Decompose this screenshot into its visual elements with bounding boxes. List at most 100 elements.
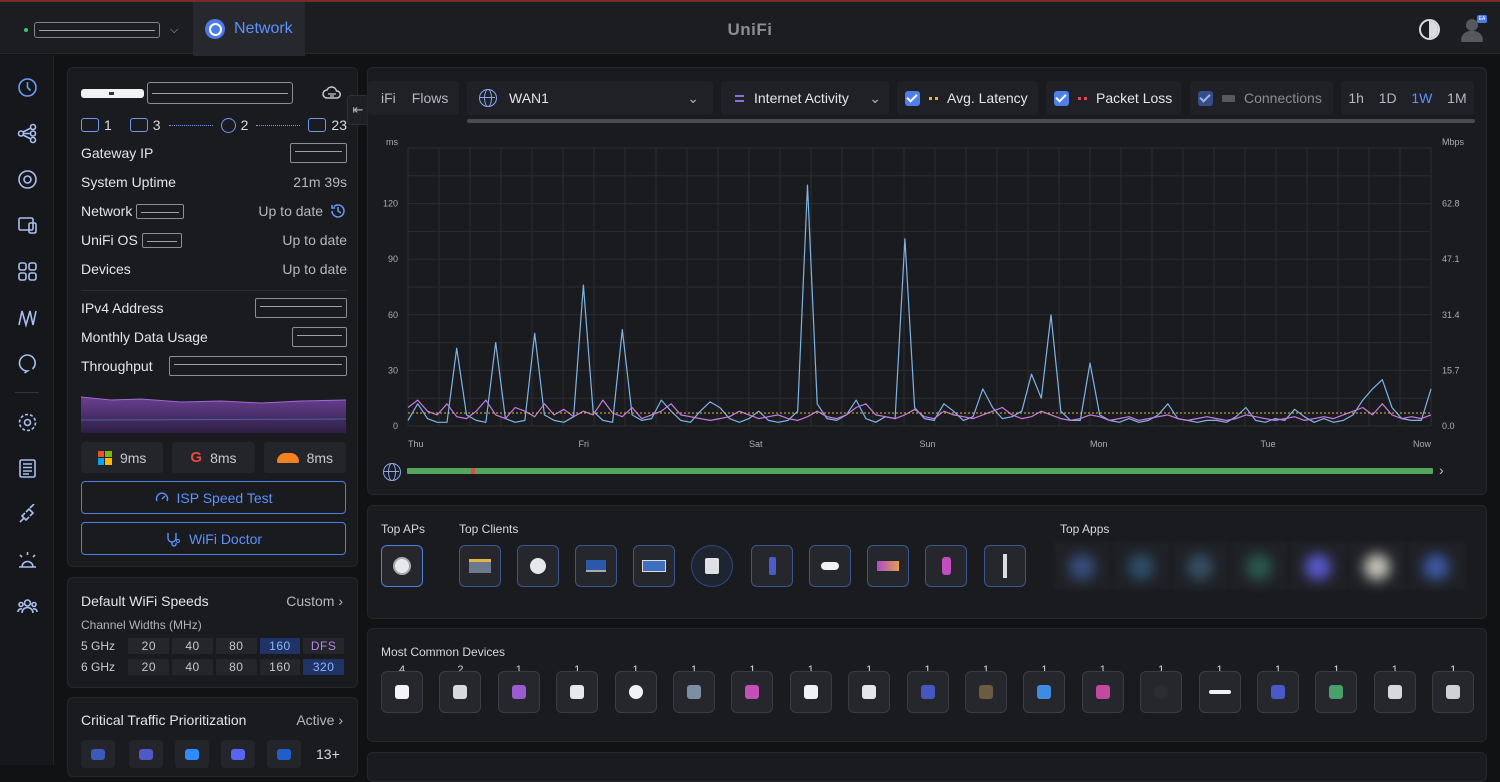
top-client-tile[interactable] (984, 545, 1026, 587)
device-image (570, 685, 585, 699)
row-label: Network (81, 203, 133, 219)
device-type-tile[interactable] (497, 671, 540, 713)
device-type-tile[interactable] (848, 671, 891, 713)
top-client-tile[interactable] (867, 545, 909, 587)
devices-icon[interactable] (17, 169, 38, 190)
data-usage-row: Monthly Data Usage (81, 326, 347, 348)
device-type-tile[interactable] (906, 671, 949, 713)
logs-icon[interactable] (17, 458, 38, 479)
width-option[interactable]: 20 (128, 637, 170, 654)
width-option[interactable]: 160 (259, 658, 301, 675)
top-app-tile[interactable] (1408, 542, 1465, 590)
top-client-tile[interactable] (633, 545, 675, 587)
width-option[interactable]: 80 (215, 637, 257, 654)
device-type-tile[interactable] (439, 671, 482, 713)
device-type-tile[interactable] (381, 671, 423, 713)
top-app-tile[interactable] (1349, 542, 1406, 590)
y-tick-left: 30 (388, 365, 398, 375)
gateway-name-field[interactable] (147, 82, 293, 104)
top-client-tile[interactable] (459, 545, 501, 587)
wifi-doctor-button[interactable]: WiFi Doctor (81, 522, 346, 555)
top-client-tile[interactable] (925, 545, 967, 587)
avatar[interactable]: EA (1459, 15, 1487, 42)
app-tab-network[interactable]: Network (193, 2, 305, 56)
device-type-tile[interactable] (1373, 671, 1416, 713)
collapse-panel-button[interactable]: ⇤ (347, 95, 369, 125)
dashboard-icon[interactable] (17, 77, 38, 98)
settings-icon[interactable] (17, 412, 38, 433)
cloud-status-icon[interactable] (322, 85, 342, 101)
width-option-selected[interactable]: 160 (259, 637, 301, 654)
ports-icon[interactable] (17, 261, 38, 282)
width-option[interactable]: 40 (172, 637, 213, 654)
device-type-tile[interactable] (614, 671, 657, 713)
debug-icon[interactable] (17, 550, 38, 571)
device-type-tile[interactable] (1140, 671, 1183, 713)
channel-widths-label: Channel Widths (MHz) (81, 618, 202, 632)
common-devices-title: Most Common Devices (381, 645, 506, 659)
top-client-tile[interactable] (691, 545, 733, 587)
y-axis-right-unit: Mbps (1442, 137, 1465, 147)
top-app-tile[interactable] (1231, 542, 1288, 590)
integrations-icon[interactable] (17, 503, 38, 525)
device-image (979, 685, 993, 699)
topology-icon[interactable] (17, 123, 38, 144)
ipv4-value (255, 298, 347, 318)
device-type-tile[interactable] (1315, 671, 1358, 713)
device-image (862, 685, 877, 699)
latency-value: 9ms (119, 449, 147, 466)
device-type-tile[interactable] (1023, 671, 1066, 713)
y-tick-right: 62.8 (1442, 199, 1460, 209)
top-client-tile[interactable] (809, 545, 851, 587)
top-ap-tile[interactable] (381, 545, 423, 587)
top-app-tile[interactable] (1113, 542, 1170, 590)
wifi-speed-mode[interactable]: Custom › (286, 593, 343, 609)
theme-toggle-icon[interactable] (1419, 19, 1440, 40)
device-type-tile[interactable] (1257, 671, 1299, 713)
common-devices-card: Most Common Devices 4211111111111111111 (367, 628, 1487, 742)
device-type-tile[interactable] (1198, 671, 1241, 713)
device-type-tile[interactable] (1081, 671, 1124, 713)
device-image (920, 685, 935, 699)
insights-icon[interactable] (17, 307, 38, 328)
device-type-tile[interactable] (1432, 671, 1475, 713)
os-version (141, 232, 182, 248)
device-image (1154, 685, 1169, 699)
chevron-right-icon[interactable]: › (1439, 462, 1444, 478)
device-type-tile[interactable] (731, 671, 774, 713)
device-type-tile[interactable] (673, 671, 715, 713)
network-app-icon (205, 19, 225, 39)
width-option[interactable]: DFS (303, 637, 344, 654)
isp-speed-test-button[interactable]: ISP Speed Test (81, 481, 346, 514)
top-client-tile[interactable] (575, 545, 617, 587)
app-icon-1 (81, 740, 115, 768)
width-option[interactable]: 20 (128, 658, 170, 675)
top-app-tile[interactable] (1290, 542, 1347, 590)
clients-icon[interactable] (17, 215, 38, 236)
top-client-tile[interactable] (751, 545, 793, 587)
width-option-selected[interactable]: 320 (303, 658, 344, 675)
users-icon[interactable] (17, 596, 38, 617)
traffic-prioritization-panel[interactable]: Critical Traffic Prioritization Active ›… (67, 697, 358, 777)
throughput-row: Throughput (81, 355, 347, 377)
google-icon: G (190, 449, 203, 466)
network-version-row: Network Up to date (81, 200, 347, 222)
width-option[interactable]: 80 (215, 658, 257, 675)
row-label: Devices (81, 261, 131, 277)
width-option[interactable]: 40 (172, 658, 213, 675)
site-selector[interactable]: ⌵ (14, 16, 186, 44)
alerts-icon[interactable] (17, 353, 38, 374)
uptime-value: 21m 39s (293, 174, 347, 190)
history-icon[interactable] (329, 202, 347, 220)
prioritization-status[interactable]: Active › (296, 712, 343, 728)
device-type-tile[interactable] (965, 671, 1007, 713)
top-app-tile[interactable] (1172, 542, 1229, 590)
top-app-tile[interactable] (1054, 542, 1111, 590)
wifi-speeds-panel[interactable]: Default WiFi Speeds Custom › Channel Wid… (67, 577, 358, 688)
device-type-tile[interactable] (789, 671, 832, 713)
devices-status: Up to date (282, 261, 347, 277)
top-client-tile[interactable] (517, 545, 559, 587)
y-tick-right: 47.1 (1442, 254, 1460, 264)
row-label: Gateway IP (81, 145, 154, 161)
device-type-tile[interactable] (556, 671, 599, 713)
